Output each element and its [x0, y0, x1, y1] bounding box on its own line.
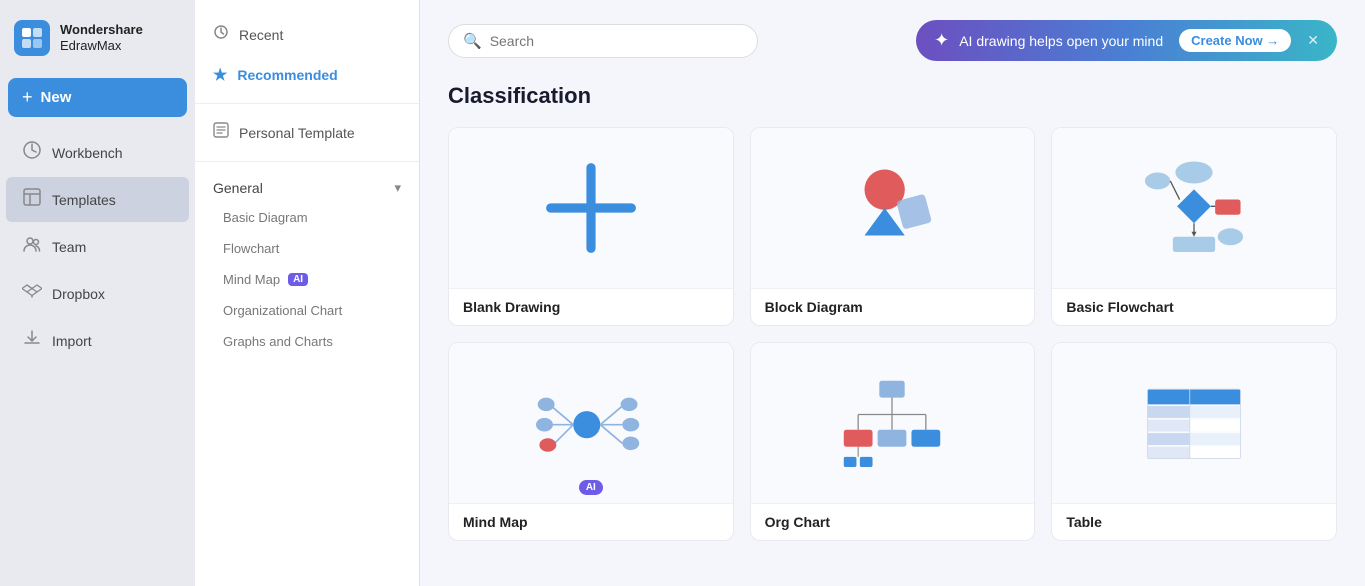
- sidebar-item-team[interactable]: Team: [6, 224, 189, 269]
- templates-icon: [22, 187, 42, 212]
- middle-panel: Recent ★ Recommended Personal Template G…: [195, 0, 420, 586]
- nav-org-chart[interactable]: Organizational Chart: [195, 295, 419, 326]
- main-content: 🔍 ✦ AI drawing helps open your mind Crea…: [420, 0, 1365, 586]
- nav-basic-diagram[interactable]: Basic Diagram: [195, 202, 419, 233]
- search-icon: 🔍: [463, 32, 482, 50]
- import-label: Import: [52, 333, 92, 349]
- new-button[interactable]: + New: [8, 78, 187, 117]
- personal-template-label: Personal Template: [239, 125, 355, 141]
- recent-icon: [213, 24, 229, 45]
- mind-map-label: Mind Map: [223, 272, 280, 287]
- recent-label: Recent: [239, 27, 283, 43]
- search-input[interactable]: [490, 33, 743, 49]
- nav-recent[interactable]: Recent: [195, 14, 419, 55]
- org-chart-preview: [751, 343, 1035, 503]
- mind-map-preview: AI: [449, 343, 733, 503]
- search-bar[interactable]: 🔍: [448, 24, 758, 58]
- banner-close-icon[interactable]: ✕: [1307, 32, 1319, 49]
- chevron-down-icon: ▾: [394, 180, 401, 196]
- nav-graphs-charts[interactable]: Graphs and Charts: [195, 326, 419, 357]
- card-block-diagram[interactable]: Block Diagram: [750, 127, 1036, 326]
- ai-banner[interactable]: ✦ AI drawing helps open your mind Create…: [916, 20, 1337, 61]
- mind-map-ai-badge: AI: [579, 480, 603, 495]
- topbar: 🔍 ✦ AI drawing helps open your mind Crea…: [448, 20, 1337, 61]
- sidebar-item-templates[interactable]: Templates: [6, 177, 189, 222]
- ai-banner-text: AI drawing helps open your mind: [959, 33, 1163, 49]
- recommended-label: Recommended: [237, 67, 337, 83]
- flowchart-preview: [1052, 128, 1336, 288]
- nav-mind-map[interactable]: Mind Map AI: [195, 264, 419, 295]
- block-diagram-label: Block Diagram: [751, 288, 1035, 325]
- workbench-label: Workbench: [52, 145, 123, 161]
- personal-template-icon: [213, 122, 229, 143]
- brand-name-1: Wondershare: [60, 22, 143, 38]
- templates-label: Templates: [52, 192, 116, 208]
- general-label: General: [213, 180, 263, 196]
- dropbox-icon: [22, 281, 42, 306]
- ai-star-icon: ✦: [934, 30, 949, 51]
- card-mind-map[interactable]: AI Mind Map: [448, 342, 734, 541]
- basic-diagram-label: Basic Diagram: [223, 210, 308, 225]
- sidebar-item-workbench[interactable]: Workbench: [6, 130, 189, 175]
- nav-flowchart[interactable]: Flowchart: [195, 233, 419, 264]
- nav-recommended[interactable]: ★ Recommended: [195, 55, 419, 95]
- section-title: Classification: [448, 83, 1337, 109]
- dropbox-label: Dropbox: [52, 286, 105, 302]
- blank-drawing-label: Blank Drawing: [449, 288, 733, 325]
- general-section[interactable]: General ▾: [195, 170, 419, 202]
- sidebar-item-import[interactable]: Import: [6, 318, 189, 363]
- table-preview: [1052, 343, 1336, 503]
- create-now-button[interactable]: Create Now →: [1179, 29, 1291, 52]
- card-table[interactable]: Table: [1051, 342, 1337, 541]
- graphs-charts-label: Graphs and Charts: [223, 334, 333, 349]
- org-chart-label: Org Chart: [751, 503, 1035, 540]
- logo-text: Wondershare EdrawMax: [60, 22, 143, 53]
- flowchart-label: Flowchart: [223, 241, 279, 256]
- logo-icon: [14, 20, 50, 56]
- recommended-icon: ★: [213, 65, 227, 85]
- org-chart-label: Organizational Chart: [223, 303, 342, 318]
- mind-map-label: Mind Map: [449, 503, 733, 540]
- sidebar-item-dropbox[interactable]: Dropbox: [6, 271, 189, 316]
- new-button-label: New: [41, 89, 72, 106]
- team-label: Team: [52, 239, 86, 255]
- card-blank-drawing[interactable]: Blank Drawing: [448, 127, 734, 326]
- logo: Wondershare EdrawMax: [0, 12, 195, 74]
- sidebar: Wondershare EdrawMax + New Workbench Tem…: [0, 0, 195, 586]
- flowchart-label: Basic Flowchart: [1052, 288, 1336, 325]
- import-icon: [22, 328, 42, 353]
- card-basic-flowchart[interactable]: Basic Flowchart: [1051, 127, 1337, 326]
- ai-badge: AI: [288, 273, 308, 286]
- cards-grid: Blank Drawing Block Diagram: [448, 127, 1337, 541]
- nav-personal-template[interactable]: Personal Template: [195, 112, 419, 153]
- table-label: Table: [1052, 503, 1336, 540]
- team-icon: [22, 234, 42, 259]
- brand-name-2: EdrawMax: [60, 38, 143, 54]
- card-org-chart[interactable]: Org Chart: [750, 342, 1036, 541]
- workbench-icon: [22, 140, 42, 165]
- block-diagram-preview: [751, 128, 1035, 288]
- plus-icon: +: [22, 87, 33, 108]
- blank-drawing-preview: [449, 128, 733, 288]
